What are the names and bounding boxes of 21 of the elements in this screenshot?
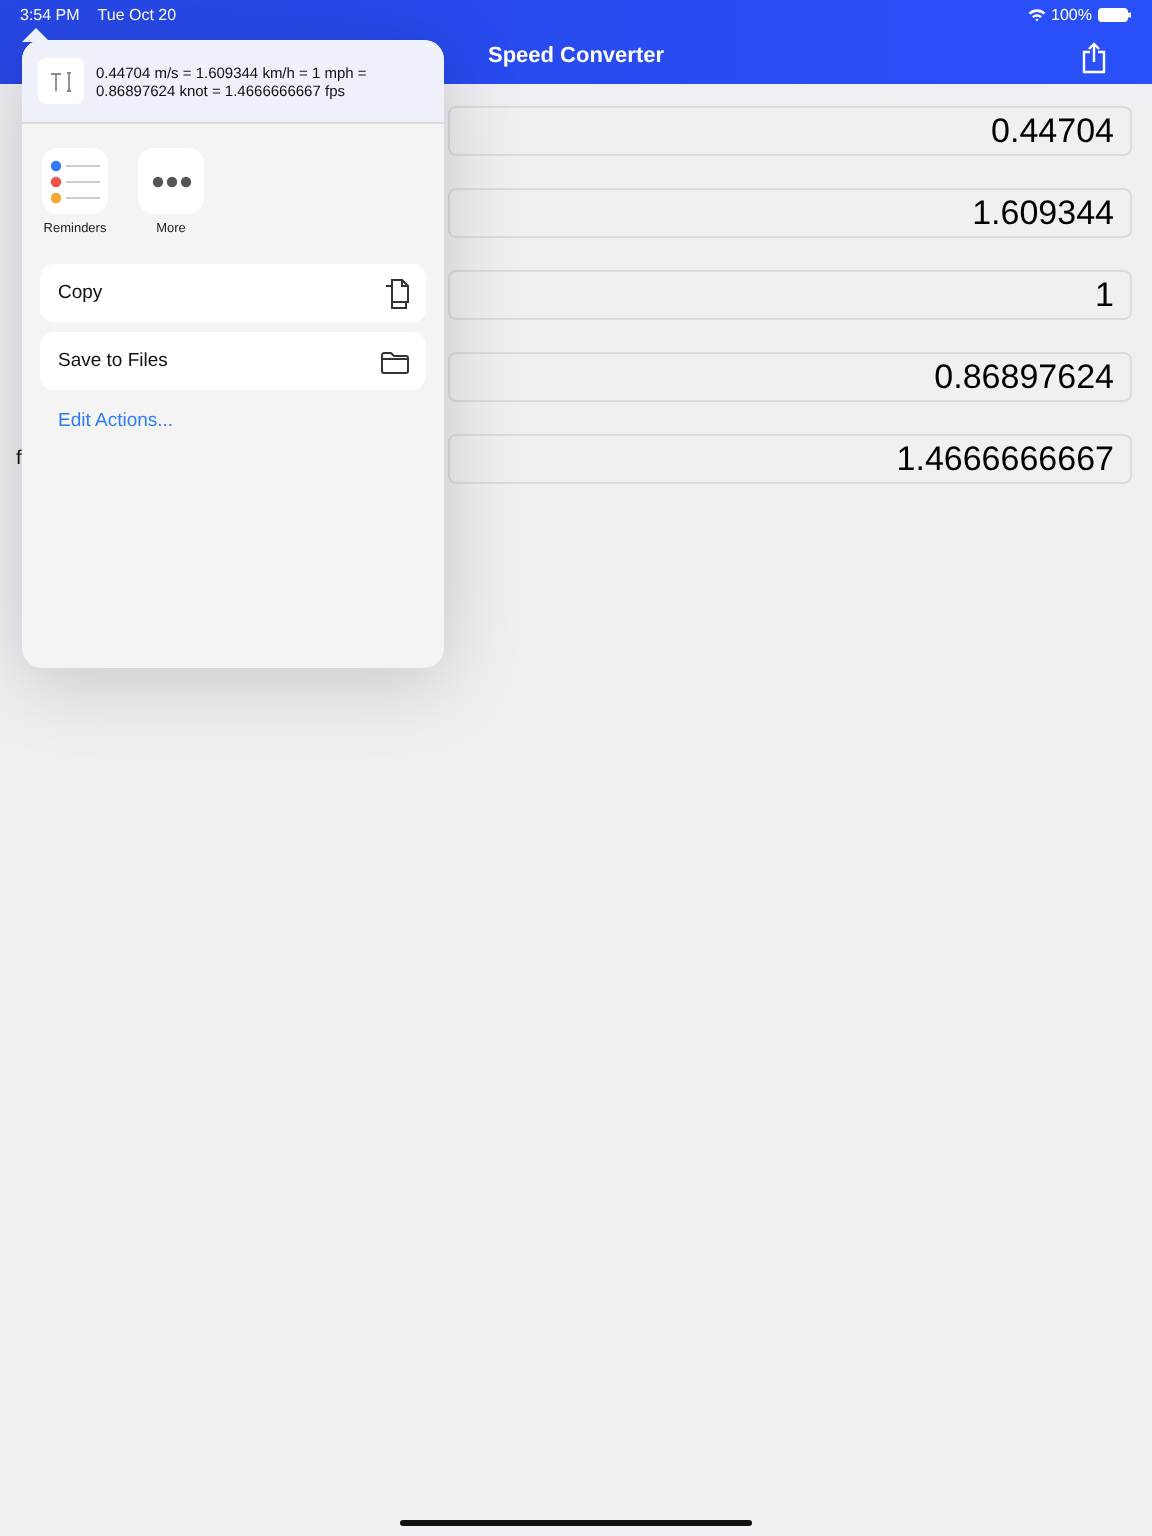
- list-icon: [49, 159, 101, 203]
- share-button[interactable]: [1080, 42, 1108, 74]
- edit-actions-link[interactable]: Edit Actions...: [22, 390, 444, 452]
- folder-icon: [380, 349, 410, 373]
- status-time: 3:54 PM: [20, 5, 80, 23]
- unit-label: f: [16, 448, 22, 470]
- ellipsis-icon: [151, 175, 191, 187]
- copy-icon: [384, 277, 410, 309]
- value-field[interactable]: 0.44704: [448, 106, 1132, 156]
- value-field[interactable]: 0.86897624: [448, 352, 1132, 402]
- text-document-icon: [38, 58, 84, 104]
- value-field[interactable]: 1.4666666667: [448, 434, 1132, 484]
- share-action-button[interactable]: Save to Files: [40, 332, 426, 390]
- status-date: Tue Oct 20: [97, 5, 177, 23]
- value-field[interactable]: 1.609344: [448, 188, 1132, 238]
- value-field[interactable]: 1: [448, 270, 1132, 320]
- battery-percent: 100%: [1051, 5, 1092, 23]
- share-action-button[interactable]: Copy: [40, 264, 426, 322]
- wifi-icon: [1027, 7, 1046, 21]
- battery-icon: [1098, 7, 1132, 21]
- nav-title: Speed Converter: [487, 44, 665, 68]
